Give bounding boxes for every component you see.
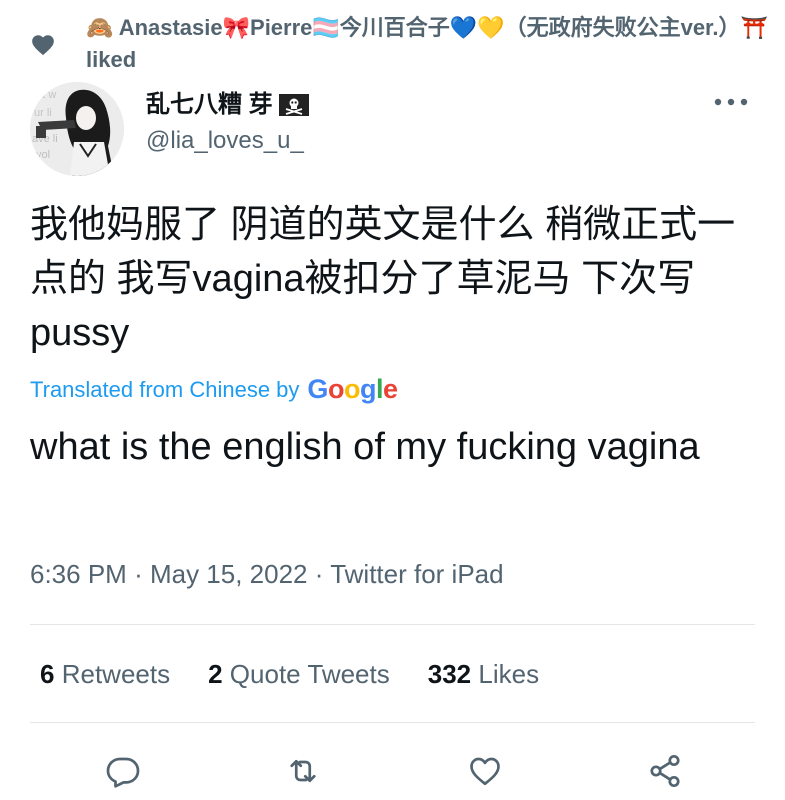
quotes-label: Quote Tweets bbox=[229, 659, 390, 689]
like-button[interactable] bbox=[460, 746, 510, 796]
translated-text: what is the english of my fucking vagina bbox=[30, 426, 700, 468]
display-name-text: 乱七八糟 芽 bbox=[146, 91, 273, 118]
retweets-count: 6 bbox=[40, 659, 55, 689]
heart-icon bbox=[470, 757, 500, 786]
quotes-stat[interactable]: 2 Quote Tweets bbox=[208, 656, 390, 692]
meta-separator: · bbox=[314, 559, 324, 589]
retweets-label: Retweets bbox=[61, 659, 171, 689]
quotes-count: 2 bbox=[208, 659, 223, 689]
translated-label: Translated from Chinese by bbox=[30, 376, 300, 402]
tweet-author: n't w ur li ave li vol 乱七八糟 芽 @lia_loves… bbox=[30, 82, 760, 178]
reply-button[interactable] bbox=[98, 746, 148, 796]
retweet-button[interactable] bbox=[278, 746, 328, 796]
likes-count: 332 bbox=[427, 659, 472, 689]
google-logo: Google bbox=[307, 374, 398, 404]
liked-by-text[interactable]: 🙈 Anastasie🎀Pierre🏳️‍⚧️今川百合子💙💛（无政府失败公主ve… bbox=[86, 12, 785, 76]
more-options-icon[interactable] bbox=[714, 96, 748, 108]
retweet-icon bbox=[290, 759, 316, 783]
svg-text:ur li: ur li bbox=[34, 107, 52, 119]
tweet-time[interactable]: 6:36 PM bbox=[30, 559, 127, 589]
likes-label: Likes bbox=[478, 659, 540, 689]
divider bbox=[30, 722, 755, 723]
heart-filled-icon bbox=[32, 35, 54, 56]
svg-text:vol: vol bbox=[36, 149, 50, 161]
translation-attribution[interactable]: Translated from Chinese by Google bbox=[30, 374, 398, 405]
tweet-date[interactable]: May 15, 2022 bbox=[150, 559, 308, 589]
tweet-text: 我他妈服了 阴道的英文是什么 稍微正式一点的 我写vagina被扣分了草泥马 下… bbox=[30, 204, 736, 354]
share-icon bbox=[650, 754, 680, 788]
svg-text:n't w: n't w bbox=[34, 89, 56, 101]
meta-separator: · bbox=[134, 559, 143, 589]
likes-stat[interactable]: 332 Likes bbox=[428, 656, 539, 692]
share-button[interactable] bbox=[640, 746, 690, 796]
tweet-actions bbox=[0, 746, 785, 796]
divider bbox=[30, 624, 755, 625]
display-name[interactable]: 乱七八糟 芽 bbox=[146, 90, 309, 120]
retweets-stat[interactable]: 6 Retweets bbox=[40, 656, 170, 692]
user-handle[interactable]: @lia_loves_u_ bbox=[146, 126, 309, 156]
pirate-flag-icon bbox=[278, 94, 309, 116]
tweet-source[interactable]: Twitter for iPad bbox=[330, 559, 503, 589]
tweet-stats: 6 Retweets 2 Quote Tweets 332 Likes bbox=[40, 656, 539, 692]
reply-icon bbox=[106, 757, 140, 788]
tweet-meta: 6:36 PM · May 15, 2022 · Twitter for iPa… bbox=[30, 556, 504, 592]
avatar[interactable]: n't w ur li ave li vol bbox=[30, 82, 124, 176]
